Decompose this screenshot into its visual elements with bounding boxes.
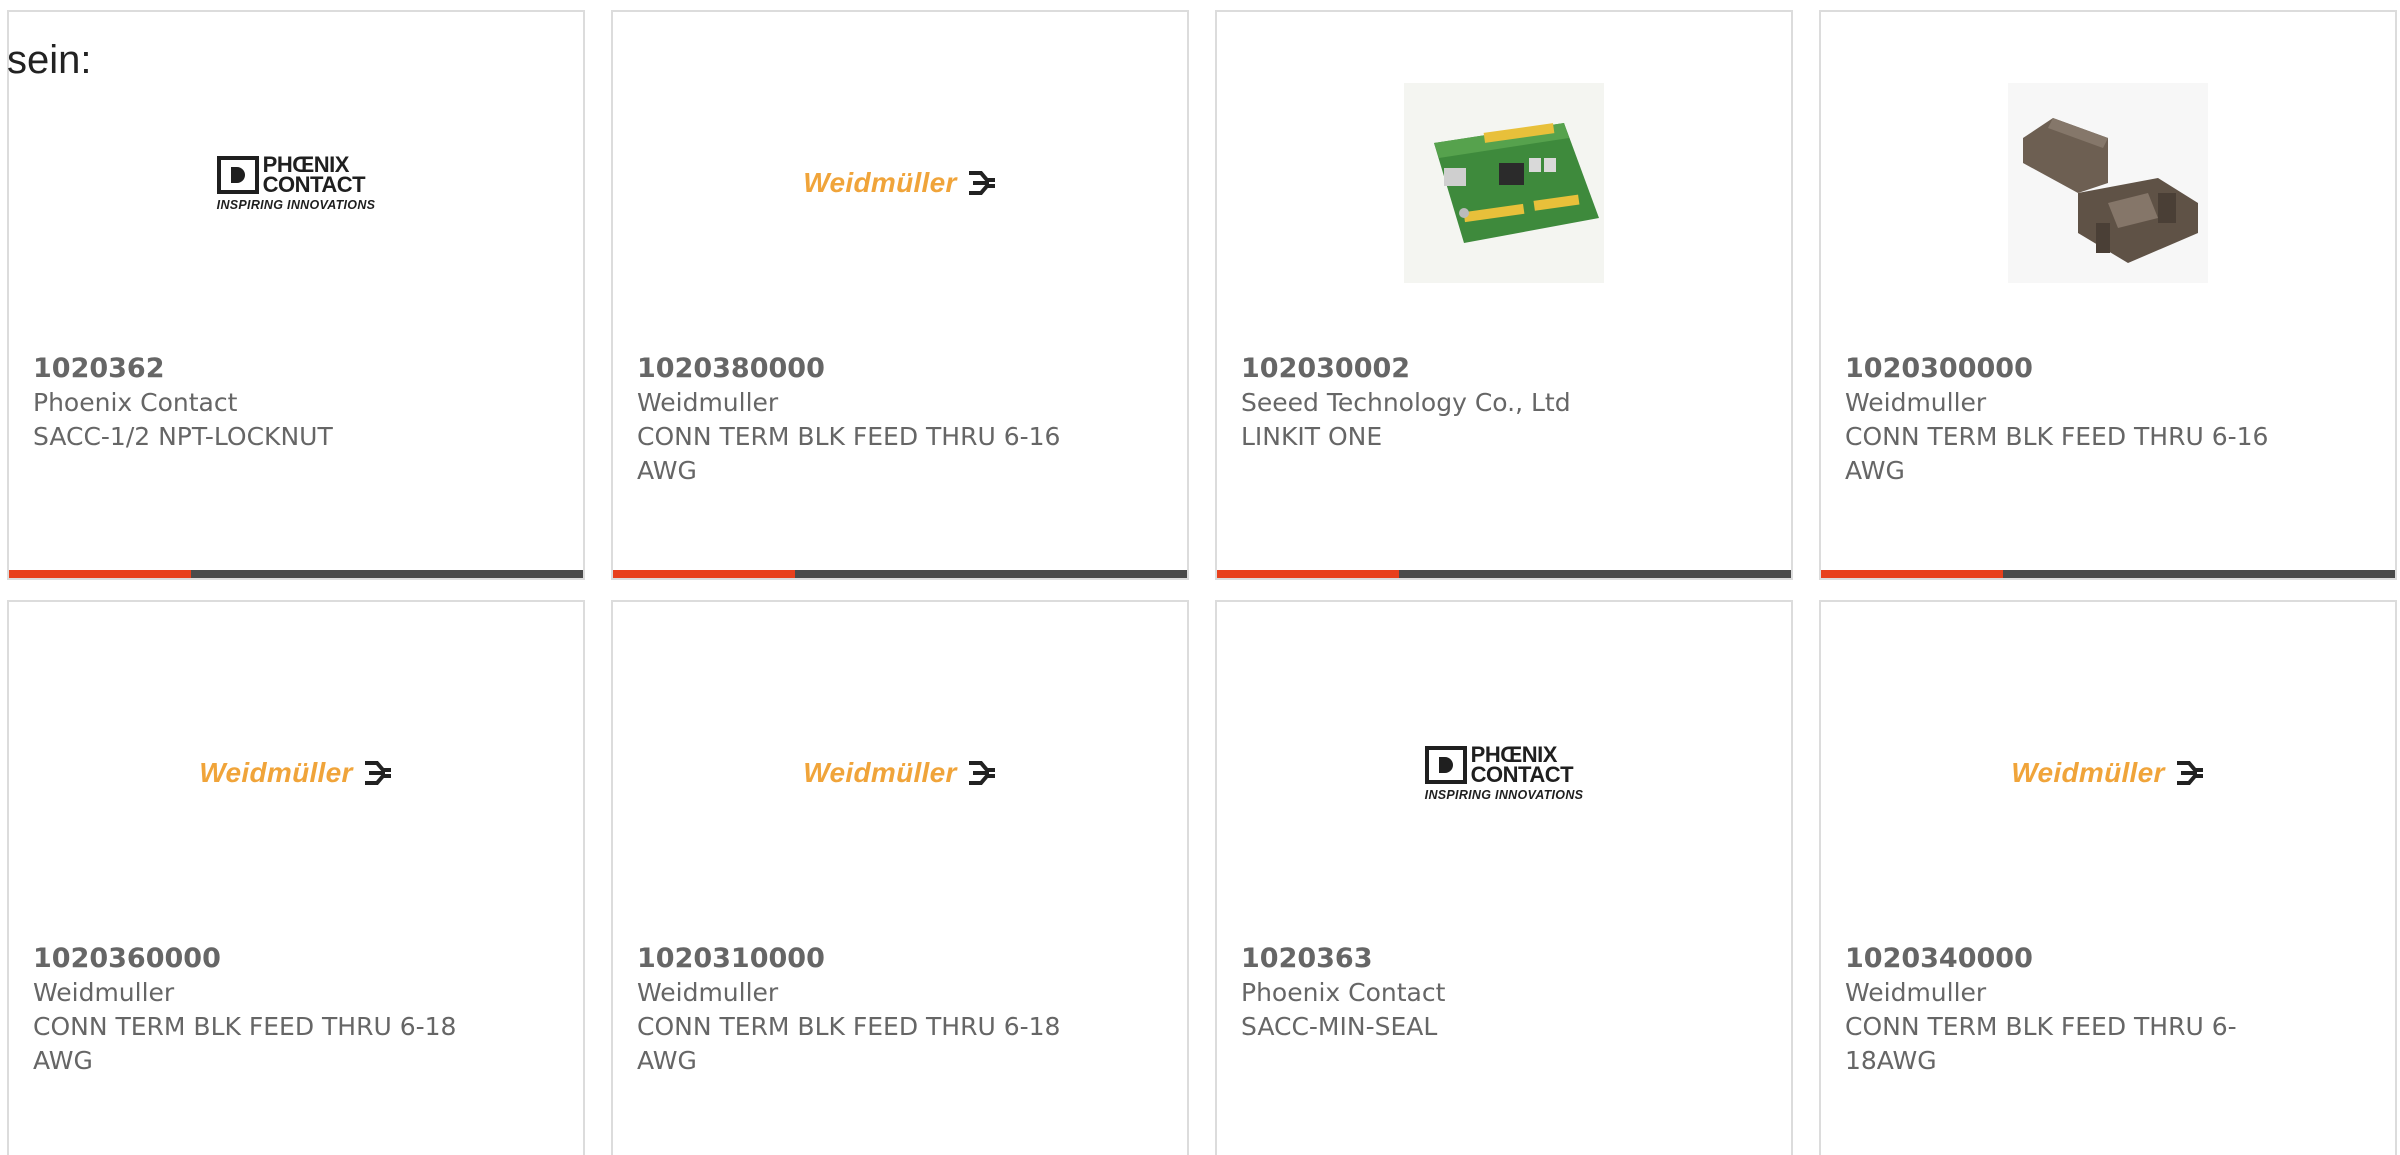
circuit-board-photo <box>1404 83 1604 283</box>
product-card[interactable]: Weidmüller 1020340000 Weidmuller CONN TE… <box>1819 600 2397 1155</box>
manufacturer: Weidmuller <box>1845 388 1987 417</box>
logo-text: Weidmüller <box>803 757 957 788</box>
part-number[interactable]: 1020380000 <box>637 352 1067 386</box>
phoenix-contact-logo: PHŒNIX CONTACT INSPIRING INNOVATIONS <box>216 153 376 212</box>
product-info: 1020363 Phoenix Contact SACC-MIN-SEAL <box>1241 942 1671 1044</box>
part-number[interactable]: 1020362 <box>33 352 463 386</box>
weidmuller-mark-icon <box>968 761 995 785</box>
product-card[interactable]: 1020300000 Weidmuller CONN TERM BLK FEED… <box>1819 10 2397 580</box>
weidmuller-logo: Weidmüller <box>199 757 392 789</box>
phoenix-mark-icon <box>1424 745 1467 784</box>
product-image: PHŒNIX CONTACT INSPIRING INNOVATIONS <box>1217 668 1791 878</box>
part-number[interactable]: 102030002 <box>1241 352 1671 386</box>
product-info: 1020362 Phoenix Contact SACC-1/2 NPT-LOC… <box>33 352 463 454</box>
logo-text: CONTACT <box>1470 761 1574 787</box>
product-info: 1020310000 Weidmuller CONN TERM BLK FEED… <box>637 942 1067 1078</box>
product-image: PHŒNIX CONTACT INSPIRING INNOVATIONS <box>9 78 583 288</box>
part-number[interactable]: 1020363 <box>1241 942 1671 976</box>
manufacturer: Phoenix Contact <box>33 388 238 417</box>
terminal-block-photo <box>2008 83 2208 283</box>
description: SACC-MIN-SEAL <box>1241 1012 1438 1041</box>
part-number[interactable]: 1020300000 <box>1845 352 2275 386</box>
card-accent-bar <box>1217 570 1791 578</box>
product-card[interactable]: Weidmüller 1020310000 Weidmuller CONN TE… <box>611 600 1189 1155</box>
card-accent-bar <box>9 570 583 578</box>
description: CONN TERM BLK FEED THRU 6-16 AWG <box>1845 422 2269 485</box>
logo-text: CONTACT <box>262 171 366 197</box>
part-number[interactable]: 1020360000 <box>33 942 463 976</box>
product-info: 102030002 Seeed Technology Co., Ltd LINK… <box>1241 352 1671 454</box>
lead-text: sein: <box>7 38 92 82</box>
product-info: 1020360000 Weidmuller CONN TERM BLK FEED… <box>33 942 463 1078</box>
logo-text: Weidmüller <box>803 167 957 198</box>
logo-text: Weidmüller <box>199 757 353 788</box>
description: SACC-1/2 NPT-LOCKNUT <box>33 422 333 451</box>
product-image: Weidmüller <box>1821 668 2395 878</box>
product-image <box>1217 78 1791 288</box>
weidmuller-mark-icon <box>2176 761 2203 785</box>
part-number[interactable]: 1020340000 <box>1845 942 2275 976</box>
part-number[interactable]: 1020310000 <box>637 942 1067 976</box>
product-card[interactable]: PHŒNIX CONTACT INSPIRING INNOVATIONS 102… <box>7 10 585 580</box>
manufacturer: Seeed Technology Co., Ltd <box>1241 388 1571 417</box>
product-card[interactable]: Weidmüller 1020380000 Weidmuller CONN TE… <box>611 10 1189 580</box>
manufacturer: Phoenix Contact <box>1241 978 1446 1007</box>
weidmuller-logo: Weidmüller <box>2011 757 2204 789</box>
product-image: Weidmüller <box>613 668 1187 878</box>
product-image: Weidmüller <box>613 78 1187 288</box>
weidmuller-mark-icon <box>968 171 995 195</box>
description: LINKIT ONE <box>1241 422 1383 451</box>
product-info: 1020300000 Weidmuller CONN TERM BLK FEED… <box>1845 352 2275 488</box>
manufacturer: Weidmuller <box>33 978 175 1007</box>
description: CONN TERM BLK FEED THRU 6-16 AWG <box>637 422 1061 485</box>
phoenix-contact-logo: PHŒNIX CONTACT INSPIRING INNOVATIONS <box>1424 743 1584 802</box>
product-grid: PHŒNIX CONTACT INSPIRING INNOVATIONS 102… <box>0 0 2400 1155</box>
manufacturer: Weidmuller <box>1845 978 1987 1007</box>
logo-tagline: INSPIRING INNOVATIONS <box>216 197 376 212</box>
product-card[interactable]: Weidmüller 1020360000 Weidmuller CONN TE… <box>7 600 585 1155</box>
manufacturer: Weidmuller <box>637 978 779 1007</box>
logo-text: Weidmüller <box>2011 757 2165 788</box>
description: CONN TERM BLK FEED THRU 6-18AWG <box>1845 1012 2237 1075</box>
phoenix-mark-icon <box>216 155 259 194</box>
product-image <box>1821 78 2395 288</box>
card-accent-bar <box>1821 570 2395 578</box>
logo-tagline: INSPIRING INNOVATIONS <box>1424 787 1584 802</box>
product-image: Weidmüller <box>9 668 583 878</box>
weidmuller-logo: Weidmüller <box>803 757 996 789</box>
card-accent-bar <box>613 570 1187 578</box>
product-info: 1020380000 Weidmuller CONN TERM BLK FEED… <box>637 352 1067 488</box>
description: CONN TERM BLK FEED THRU 6-18 AWG <box>637 1012 1061 1075</box>
product-info: 1020340000 Weidmuller CONN TERM BLK FEED… <box>1845 942 2275 1078</box>
weidmuller-mark-icon <box>364 761 391 785</box>
manufacturer: Weidmuller <box>637 388 779 417</box>
product-card[interactable]: 102030002 Seeed Technology Co., Ltd LINK… <box>1215 10 1793 580</box>
description: CONN TERM BLK FEED THRU 6-18 AWG <box>33 1012 457 1075</box>
product-card[interactable]: PHŒNIX CONTACT INSPIRING INNOVATIONS 102… <box>1215 600 1793 1155</box>
weidmuller-logo: Weidmüller <box>803 167 996 199</box>
